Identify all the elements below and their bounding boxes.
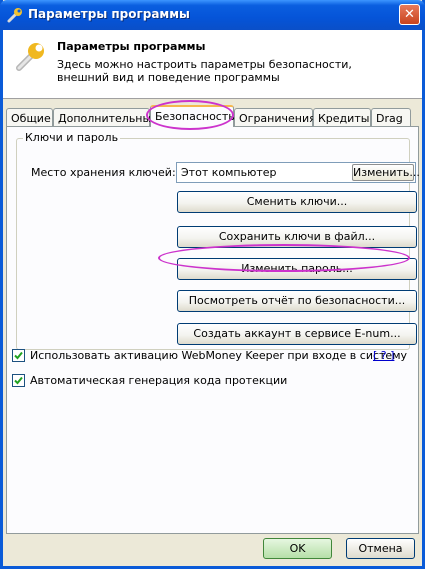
key-store-value: Этот компьютер — [181, 166, 277, 179]
keys-and-password-group: Ключи и пароль Место хранения ключей: Эт… — [16, 131, 420, 350]
cancel-button[interactable]: Отмена — [346, 538, 415, 559]
close-button[interactable]: ✕ — [399, 4, 420, 25]
activation-checkbox[interactable] — [12, 349, 25, 362]
tab-strip: Общие Дополнительные Безопасность Ограни… — [6, 105, 422, 127]
wrench-icon — [16, 43, 44, 71]
checkmark-icon — [14, 376, 23, 385]
group-title: Ключи и пароль — [23, 131, 121, 144]
tab-restrictions[interactable]: Ограничения — [234, 108, 316, 127]
title-bar[interactable]: Параметры программы ✕ — [0, 0, 425, 30]
help-link[interactable]: [ ? ] — [373, 349, 394, 362]
tab-security[interactable]: Безопасность — [150, 105, 235, 127]
close-icon: ✕ — [404, 7, 415, 22]
window-title: Параметры программы — [28, 7, 190, 21]
protection-checkbox[interactable] — [12, 374, 25, 387]
change-password-button[interactable]: Изменить пароль... — [177, 258, 417, 280]
protection-checkbox-label: Автоматическая генерация кода протекции — [30, 374, 288, 387]
activation-checkbox-label: Использовать активацию WebMoney Keeper п… — [30, 349, 407, 362]
tab-general[interactable]: Общие — [6, 108, 53, 127]
header-description: Здесь можно настроить параметры безопасн… — [57, 58, 352, 84]
wrench-icon — [7, 8, 22, 23]
change-keys-button[interactable]: Сменить ключи... — [177, 191, 417, 213]
tab-credits[interactable]: Кредиты — [313, 108, 371, 127]
header-title: Параметры программы — [57, 40, 206, 53]
key-store-label: Место хранения ключей: — [31, 166, 176, 179]
settings-window: Параметры программы ✕ Параметры программ… — [0, 0, 425, 569]
checkmark-icon — [14, 351, 23, 360]
key-store-field: Этот компьютер Изменить... — [176, 162, 420, 183]
security-report-button[interactable]: Посмотреть отчёт по безопасности... — [177, 290, 417, 312]
header-band: Параметры программы Здесь можно настроит… — [3, 30, 422, 99]
ok-button[interactable]: OK — [263, 538, 332, 559]
create-enum-account-button[interactable]: Создать аккаунт в сервисе E-num... — [177, 323, 417, 345]
save-keys-to-file-button[interactable]: Сохранить ключи в файл... — [177, 226, 417, 248]
tab-advanced[interactable]: Дополнительные — [53, 108, 158, 127]
security-tab-panel: Ключи и пароль Место хранения ключей: Эт… — [6, 126, 420, 534]
tab-drag[interactable]: Drag — [371, 108, 411, 127]
change-store-button[interactable]: Изменить... — [352, 164, 420, 181]
